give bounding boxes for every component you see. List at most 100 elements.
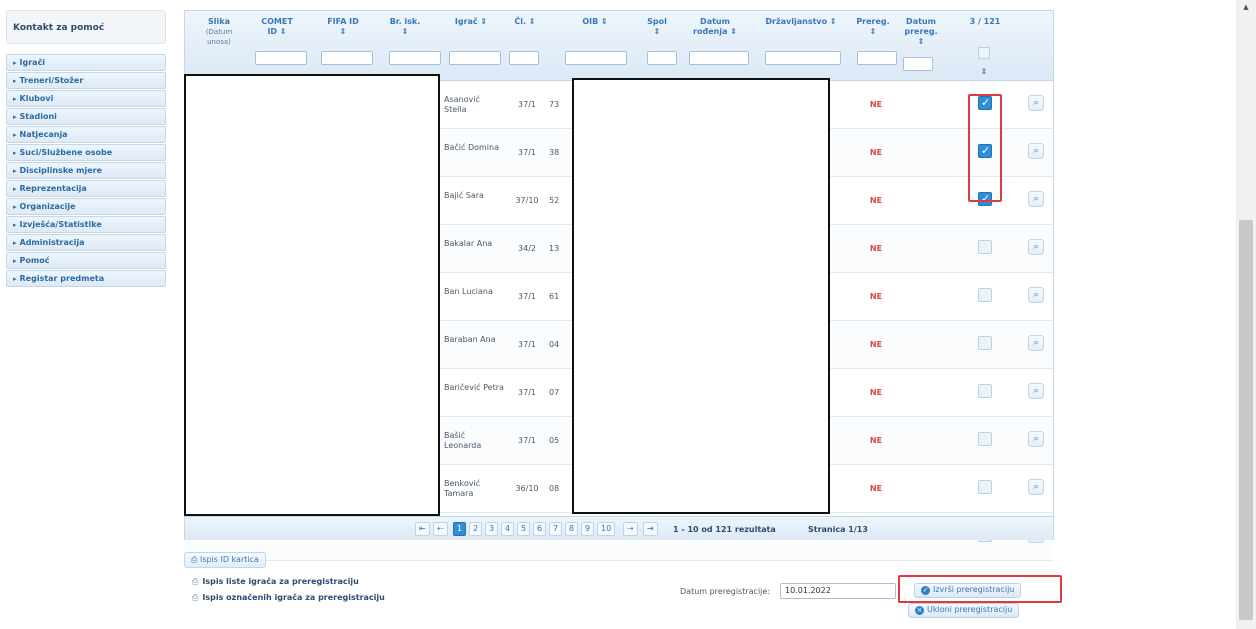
page-number-button[interactable]: 3: [485, 522, 499, 536]
page-number-button[interactable]: 5: [517, 522, 531, 536]
chevron-right-icon: ▸: [13, 185, 17, 193]
page-number-button[interactable]: 7: [549, 522, 563, 536]
view-details-icon[interactable]: ⌕: [1028, 143, 1044, 159]
prev-page-button[interactable]: ⇠: [433, 522, 448, 536]
membership-cell: 37/1: [518, 340, 536, 349]
page-number-button[interactable]: 10: [597, 522, 616, 536]
player-name: Bajić Sara: [444, 191, 484, 200]
column-header-cl[interactable]: Čl. ⇕: [507, 17, 543, 27]
column-header-selected-count: 3 / 121: [969, 17, 1001, 26]
column-header-oib[interactable]: OIB ⇕: [570, 17, 620, 27]
column-header-slika[interactable]: Slika (Datum unosa): [199, 17, 239, 47]
print-list-label: Ispis liste igrača za preregistraciju: [202, 577, 359, 586]
page-number-button[interactable]: 9: [581, 522, 595, 536]
prereg-status: NE: [869, 292, 883, 301]
player-name: Ban Luciana: [444, 287, 493, 296]
remove-preregistration-button[interactable]: × Ukloni preregistraciju: [908, 603, 1020, 618]
page-number-button[interactable]: 6: [533, 522, 547, 536]
filter-igrac-input[interactable]: [449, 51, 501, 65]
sidebar-item-label: Registar predmeta: [19, 274, 105, 283]
page-number-button[interactable]: 1: [453, 522, 467, 536]
sidebar-item[interactable]: ▸ Natjecanja: [6, 126, 166, 143]
column-header-datum-rodenja[interactable]: Datum rođenja ⇕: [685, 17, 745, 37]
printer-icon: ⎙: [191, 555, 200, 564]
column-header-igrac[interactable]: Igrač ⇕: [451, 17, 491, 27]
select-all-checkbox[interactable]: [978, 47, 990, 59]
sidebar-item[interactable]: ▸ Klubovi: [6, 90, 166, 107]
view-details-icon[interactable]: ⌕: [1028, 335, 1044, 351]
sidebar-item[interactable]: ▸ Treneri/Stožer: [6, 72, 166, 89]
column-header-drzavljanstvo[interactable]: Državljanstvo ⇕: [763, 17, 839, 27]
row-select-checkbox[interactable]: [978, 384, 992, 398]
filter-brisk-input[interactable]: [389, 51, 441, 65]
column-header-brisk[interactable]: Br. isk. ⇕: [385, 17, 425, 37]
filter-drzavljanstvo-input[interactable]: [765, 51, 841, 65]
print-list-link[interactable]: ⎙ Ispis liste igrača za preregistraciju: [192, 577, 359, 587]
help-contact[interactable]: Kontakt za pomoć: [6, 10, 166, 44]
scroll-up-arrow-icon[interactable]: ▲: [1236, 0, 1256, 14]
view-details-icon[interactable]: ⌕: [1028, 479, 1044, 495]
checked-rows-highlight: [968, 94, 1002, 202]
view-details-icon[interactable]: ⌕: [1028, 431, 1044, 447]
sidebar-item[interactable]: ▸ Registar predmeta: [6, 270, 166, 287]
player-name: Bakalar Ana: [444, 239, 493, 248]
sidebar-item[interactable]: ▸ Reprezentacija: [6, 180, 166, 197]
row-select-checkbox[interactable]: [978, 336, 992, 350]
sidebar-item[interactable]: ▸ Administracija: [6, 234, 166, 251]
column-header-fifa[interactable]: FIFA ID ⇕: [323, 17, 363, 37]
row-select-checkbox[interactable]: [978, 480, 992, 494]
prereg-status: NE: [869, 148, 883, 157]
chevron-right-icon: ▸: [13, 221, 17, 229]
row-select-checkbox[interactable]: [978, 288, 992, 302]
sidebar-item[interactable]: ▸ Pomoć: [6, 252, 166, 269]
column-header-comet[interactable]: COMET ID ⇕: [257, 17, 297, 37]
sidebar-item[interactable]: ▸ Organizacije: [6, 198, 166, 215]
print-id-label: Ispis ID kartica: [199, 555, 259, 564]
sidebar-item[interactable]: ▸ Izvješća/Statistike: [6, 216, 166, 233]
view-details-icon[interactable]: ⌕: [1028, 95, 1044, 111]
next-page-button[interactable]: ⇢: [623, 522, 638, 536]
page-number-button[interactable]: 4: [501, 522, 515, 536]
prereg-date-label: Datum preregistracije:: [680, 587, 771, 596]
sidebar-item-label: Reprezentacija: [19, 184, 87, 193]
filter-cl-input[interactable]: [509, 51, 539, 65]
last-page-button[interactable]: ⇥: [643, 522, 658, 536]
membership-cell: 34/2: [518, 244, 536, 253]
sort-icon[interactable]: ⇕: [969, 67, 999, 77]
filter-datum-prereg-input[interactable]: [903, 57, 933, 71]
scroll-thumb[interactable]: [1239, 220, 1253, 620]
oib-cell: 52: [549, 196, 560, 205]
redacted-area-middle: [572, 78, 830, 514]
chevron-right-icon: ▸: [13, 257, 17, 265]
sidebar-item[interactable]: ▸ Suci/Službene osobe: [6, 144, 166, 161]
prereg-status: NE: [869, 100, 883, 109]
filter-datum-rodenja-input[interactable]: [689, 51, 749, 65]
view-details-icon[interactable]: ⌕: [1028, 239, 1044, 255]
column-header-prereg[interactable]: Prereg. ⇕: [853, 17, 893, 37]
remove-circle-icon: ×: [915, 606, 924, 615]
view-details-icon[interactable]: ⌕: [1028, 287, 1044, 303]
print-marked-link[interactable]: ⎙ Ispis označenih igrača za preregistraci…: [192, 593, 385, 603]
row-select-checkbox[interactable]: [978, 432, 992, 446]
view-details-icon[interactable]: ⌕: [1028, 191, 1044, 207]
page-number-button[interactable]: 8: [565, 522, 579, 536]
column-header-datum-prereg[interactable]: Datum prereg. ⇕: [903, 17, 939, 47]
filter-spol-input[interactable]: [647, 51, 677, 65]
print-id-cards-button[interactable]: ⎙ Ispis ID kartica: [184, 552, 266, 568]
first-page-button[interactable]: ⇤: [415, 522, 430, 536]
filter-oib-input[interactable]: [565, 51, 627, 65]
oib-cell: 61: [549, 292, 560, 301]
filter-fifa-input[interactable]: [321, 51, 373, 65]
page-info: Stranica 1/13: [808, 525, 868, 534]
page-number-button[interactable]: 2: [469, 522, 483, 536]
filter-prereg-input[interactable]: [857, 51, 897, 65]
sidebar-item[interactable]: ▸ Igrači: [6, 54, 166, 71]
filter-comet-input[interactable]: [255, 51, 307, 65]
page-scrollbar[interactable]: ▲: [1236, 0, 1256, 629]
row-select-checkbox[interactable]: [978, 240, 992, 254]
sidebar-item[interactable]: ▸ Disciplinske mjere: [6, 162, 166, 179]
prereg-date-input[interactable]: 10.01.2022: [780, 583, 896, 599]
view-details-icon[interactable]: ⌕: [1028, 383, 1044, 399]
sidebar-item[interactable]: ▸ Stadioni: [6, 108, 166, 125]
column-header-spol[interactable]: Spol ⇕: [644, 17, 670, 37]
